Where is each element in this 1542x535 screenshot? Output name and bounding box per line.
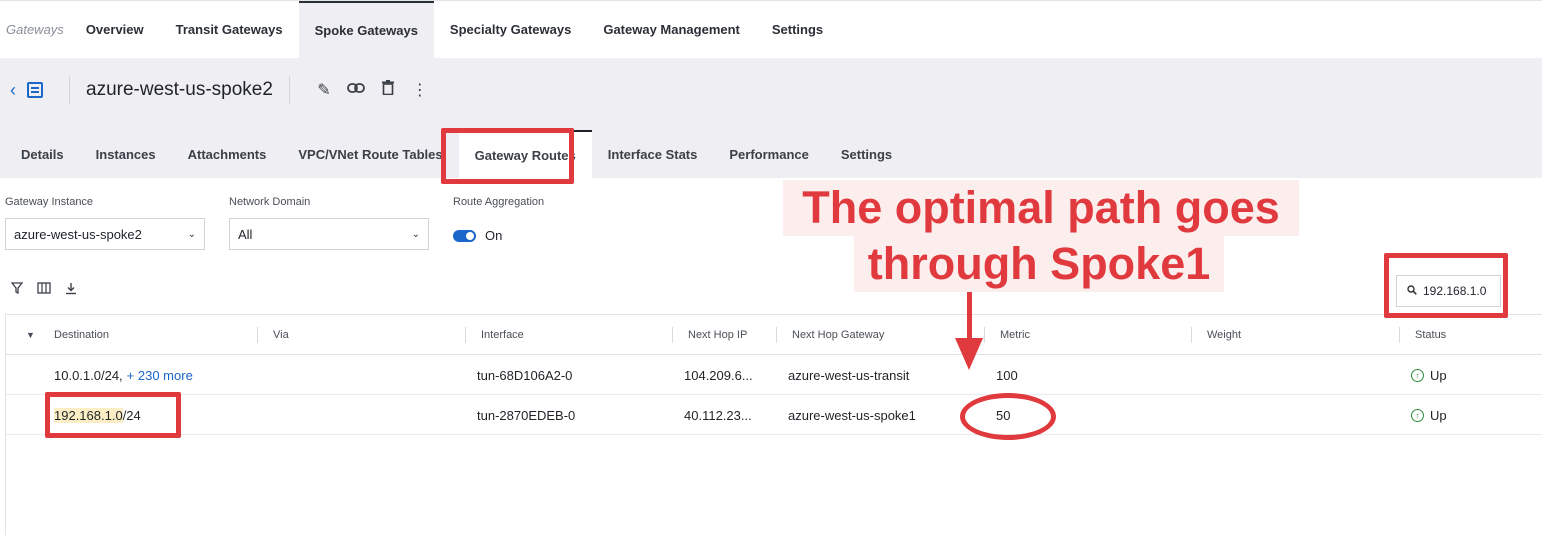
columns-icon[interactable] <box>37 282 51 298</box>
annotation-box-destination <box>45 392 181 438</box>
col-divider[interactable] <box>672 327 673 343</box>
col-divider[interactable] <box>1399 327 1400 343</box>
gateway-instance-select[interactable]: azure-west-us-spoke2 ⌄ <box>5 218 205 250</box>
col-divider[interactable] <box>984 327 985 343</box>
top-nav-bar: Gateways Overview Transit Gateways Spoke… <box>0 0 1542 58</box>
col-next-hop-ip[interactable]: Next Hop IP <box>688 315 747 355</box>
col-destination[interactable]: Destination <box>54 315 109 355</box>
list-view-icon[interactable] <box>27 82 43 98</box>
annotation-arrow-icon <box>967 292 972 342</box>
cell-interface: tun-2870EDEB-0 <box>477 407 576 423</box>
table-header: ▼ Destination Via Interface Next Hop IP … <box>6 315 1542 355</box>
cell-metric: 100 <box>996 367 1018 383</box>
cell-next-hop-gateway: azure-west-us-spoke1 <box>788 407 916 423</box>
cell-status: ↑ Up <box>1411 395 1447 435</box>
col-metric[interactable]: Metric <box>1000 315 1030 355</box>
col-divider[interactable] <box>465 327 466 343</box>
annotation-callout-line1: The optimal path goes <box>783 180 1299 236</box>
more-options-icon[interactable]: ⋮ <box>404 80 436 100</box>
destination-value: 10.0.1.0/24, <box>54 367 123 383</box>
tab-attachments[interactable]: Attachments <box>172 130 283 178</box>
annotation-box-gateway-routes <box>441 128 574 184</box>
download-icon[interactable] <box>65 282 77 298</box>
divider <box>69 76 70 104</box>
edit-pencil-icon[interactable]: ✎ <box>308 80 340 100</box>
tab-details[interactable]: Details <box>0 130 80 178</box>
divider <box>288 76 290 104</box>
col-divider[interactable] <box>776 327 777 343</box>
col-divider[interactable] <box>257 327 258 343</box>
route-aggregation-toggle[interactable] <box>453 229 476 242</box>
col-via[interactable]: Via <box>273 315 289 355</box>
chevron-down-icon: ⌄ <box>187 228 196 240</box>
routes-table: ▼ Destination Via Interface Next Hop IP … <box>5 314 1542 535</box>
nav-gateway-management[interactable]: Gateway Management <box>587 1 756 58</box>
link-icon[interactable] <box>340 81 372 99</box>
cell-interface: tun-68D106A2-0 <box>477 367 573 383</box>
col-status[interactable]: Status <box>1415 315 1446 355</box>
status-text: Up <box>1430 407 1447 423</box>
annotation-arrowhead-icon <box>955 338 983 370</box>
tab-interface-stats[interactable]: Interface Stats <box>592 130 714 178</box>
tab-vpc-vnet-route-tables[interactable]: VPC/VNet Route Tables <box>282 130 458 178</box>
cell-destination: 10.0.1.0/24, + 230 more <box>54 355 193 395</box>
table-toolbar <box>10 282 77 298</box>
nav-spoke-gateways[interactable]: Spoke Gateways <box>298 1 434 58</box>
nav-brand[interactable]: Gateways <box>0 1 70 58</box>
cell-next-hop-gateway: azure-west-us-transit <box>788 367 910 383</box>
page-title: azure-west-us-spoke2 <box>86 79 273 100</box>
filter-icon[interactable] <box>10 282 24 298</box>
back-chevron-icon[interactable]: ‹ <box>10 80 24 101</box>
gateway-instance-label: Gateway Instance <box>5 196 94 208</box>
tab-performance[interactable]: Performance <box>713 130 824 178</box>
nav-specialty-gateways[interactable]: Specialty Gateways <box>434 1 587 58</box>
status-up-icon: ↑ <box>1411 408 1424 422</box>
route-aggregation-label: Route Aggregation <box>453 196 545 208</box>
network-domain-label: Network Domain <box>229 196 311 208</box>
tab-settings[interactable]: Settings <box>825 130 908 178</box>
status-text: Up <box>1430 367 1447 383</box>
col-weight[interactable]: Weight <box>1207 315 1241 355</box>
col-interface[interactable]: Interface <box>481 315 524 355</box>
sort-caret-icon[interactable]: ▼ <box>26 315 35 355</box>
tab-instances[interactable]: Instances <box>80 130 172 178</box>
annotation-callout-line2: through Spoke1 <box>854 236 1224 292</box>
nav-settings[interactable]: Settings <box>756 1 839 58</box>
cell-status: ↑ Up <box>1411 355 1447 395</box>
gateway-instance-value: azure-west-us-spoke2 <box>14 226 142 242</box>
gateway-header: ‹ azure-west-us-spoke2 ✎ ⋮ Details Insta… <box>0 58 1542 178</box>
status-up-icon: ↑ <box>1411 368 1424 382</box>
more-destinations-link[interactable]: + 230 more <box>127 368 193 383</box>
table-row[interactable]: 192.168.1.0 /24 tun-2870EDEB-0 40.112.23… <box>6 395 1542 435</box>
annotation-box-search <box>1384 253 1508 318</box>
network-domain-select[interactable]: All ⌄ <box>229 218 429 250</box>
route-aggregation-state: On <box>485 228 503 243</box>
delete-trash-icon[interactable] <box>372 80 404 100</box>
nav-transit-gateways[interactable]: Transit Gateways <box>160 1 299 58</box>
chevron-down-icon: ⌄ <box>411 228 420 240</box>
cell-next-hop-ip: 40.112.23... <box>684 407 752 423</box>
col-divider[interactable] <box>1191 327 1192 343</box>
annotation-ellipse-metric <box>960 393 1056 440</box>
network-domain-value: All <box>238 226 253 242</box>
nav-overview[interactable]: Overview <box>70 1 160 58</box>
cell-next-hop-ip: 104.209.6... <box>684 367 753 383</box>
table-row[interactable]: 10.0.1.0/24, + 230 more tun-68D106A2-0 1… <box>6 355 1542 395</box>
col-next-hop-gateway[interactable]: Next Hop Gateway <box>792 315 884 355</box>
